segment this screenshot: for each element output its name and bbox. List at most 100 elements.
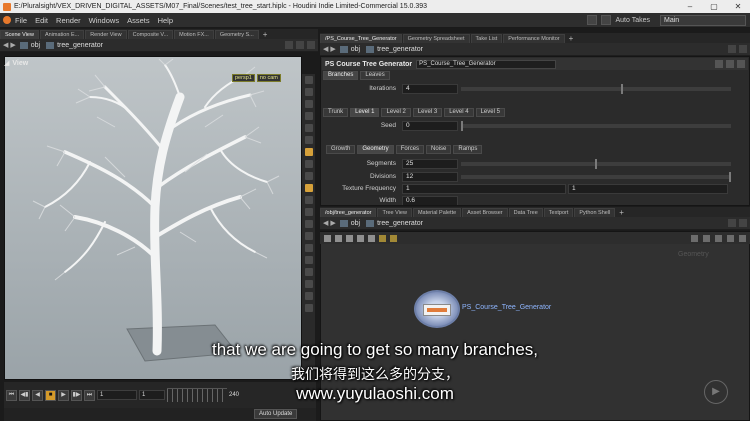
gear-icon[interactable] (715, 60, 723, 68)
tree-generator-node[interactable] (414, 290, 460, 328)
menu-arrow-icon[interactable]: ◢ (4, 59, 9, 67)
pin-icon[interactable] (285, 41, 293, 49)
link-icon[interactable] (296, 41, 304, 49)
tab-forces[interactable]: Forces (395, 145, 425, 154)
crumb-obj[interactable]: obj (19, 41, 40, 49)
camera-nocam-button[interactable]: no cam (256, 74, 281, 82)
iterations-slider[interactable] (461, 83, 731, 94)
tab-textport[interactable]: Textport (543, 208, 574, 217)
divisions-slider[interactable] (461, 171, 731, 182)
pane-options-icon[interactable] (739, 45, 747, 53)
zoom-icon[interactable] (715, 234, 722, 242)
tab-take-list[interactable]: Take List (470, 34, 503, 43)
pin-icon[interactable] (728, 45, 736, 53)
display-icon[interactable] (304, 244, 313, 252)
add-tab-icon[interactable]: + (566, 35, 577, 43)
crumb-tree-generator[interactable]: tree_generator (46, 41, 103, 49)
flag-icon[interactable] (703, 234, 710, 242)
maximize-icon[interactable]: ▢ (702, 2, 726, 11)
help-icon[interactable] (726, 60, 734, 68)
tab-level-5[interactable]: Level 5 (475, 108, 505, 117)
layout-icon[interactable] (357, 234, 364, 242)
pose-icon[interactable] (304, 148, 313, 156)
menu-file[interactable]: File (15, 16, 27, 25)
auto-update-button[interactable]: Auto Update (254, 409, 298, 419)
tab-scene-view[interactable]: Scene View (0, 30, 39, 39)
tab-leaves[interactable]: Leaves (360, 71, 390, 80)
list-icon[interactable] (324, 234, 331, 242)
measure-icon[interactable] (304, 220, 313, 228)
rotate-icon[interactable] (304, 100, 313, 108)
crumb-obj[interactable]: obj (339, 45, 360, 53)
back-arrow-icon[interactable]: ◀ ▶ (323, 45, 336, 53)
add-tab-icon[interactable]: + (260, 31, 271, 39)
tab-composite-view[interactable]: Composite V... (127, 30, 174, 39)
scale-icon[interactable] (304, 112, 313, 120)
scene-viewport[interactable] (4, 56, 302, 380)
network-boxes-icon[interactable] (368, 234, 375, 242)
snap-icon[interactable] (304, 136, 313, 144)
tab-level-3[interactable]: Level 3 (412, 108, 443, 117)
tab-trunk[interactable]: Trunk (323, 108, 349, 117)
info-icon[interactable] (727, 234, 734, 242)
seed-slider[interactable] (461, 120, 731, 131)
tab-geometry[interactable]: Geometry (357, 145, 394, 154)
close-icon[interactable]: ✕ (726, 2, 750, 11)
crumb-tree-generator[interactable]: tree_generator (366, 219, 423, 227)
info-icon[interactable] (737, 60, 745, 68)
add-tab-icon[interactable]: + (616, 209, 627, 217)
width-field[interactable]: 0.6 (402, 196, 458, 205)
tab-animation-editor[interactable]: Animation E... (39, 30, 85, 39)
minimize-icon[interactable]: – (678, 2, 702, 11)
seed-field[interactable]: 0 (402, 120, 458, 131)
paint-icon[interactable] (304, 208, 313, 216)
tab-geometry-spreadsheet-right[interactable]: Geometry Spreadsheet (402, 34, 470, 43)
auto-takes-toggle[interactable]: Auto Takes (615, 17, 650, 24)
grid-view-icon[interactable] (346, 234, 353, 242)
pane-options-icon[interactable] (739, 219, 747, 227)
color-palette-icon[interactable] (390, 234, 397, 242)
tab-level-2[interactable]: Level 2 (381, 108, 411, 117)
menu-windows[interactable]: Windows (89, 16, 119, 25)
pane-options-icon[interactable] (307, 41, 315, 49)
takes-icon[interactable] (587, 15, 598, 25)
tab-growth[interactable]: Growth (326, 145, 356, 154)
tab-branches[interactable]: Branches (323, 71, 359, 80)
camera-icon[interactable] (304, 184, 313, 192)
camera-persp-button[interactable]: persp1 (232, 74, 255, 82)
undo-icon[interactable] (601, 15, 612, 25)
crumb-obj[interactable]: obj (339, 219, 360, 227)
tab-level-4[interactable]: Level 4 (444, 108, 474, 117)
bbox-icon[interactable] (304, 292, 313, 300)
node-name-field[interactable]: PS_Course_Tree_Generator (416, 59, 557, 69)
frame-icon[interactable] (304, 304, 313, 312)
wire-icon[interactable] (691, 234, 698, 242)
texture-frequency-field-2[interactable]: 1 (568, 183, 728, 194)
tab-geometry-spreadsheet[interactable]: Geometry S... (214, 30, 259, 39)
render-icon[interactable] (304, 196, 313, 204)
grid-icon[interactable] (304, 232, 313, 240)
tab-parameters[interactable]: /PS_Course_Tree_Generator (320, 34, 402, 43)
guide-icon[interactable] (304, 280, 313, 288)
tab-python-shell[interactable]: Python Shell (574, 208, 616, 217)
tab-ramps[interactable]: Ramps (453, 145, 483, 154)
handle-icon[interactable] (304, 124, 313, 132)
tab-data-tree[interactable]: Data Tree (508, 208, 543, 217)
select-icon[interactable] (304, 76, 313, 84)
tab-material-palette[interactable]: Material Palette (412, 208, 462, 217)
menu-edit[interactable]: Edit (35, 16, 48, 25)
back-arrow-icon[interactable]: ◀ ▶ (3, 41, 16, 49)
light-icon[interactable] (304, 172, 313, 180)
tab-motion-fx[interactable]: Motion FX... (174, 30, 214, 39)
segments-field[interactable]: 25 (402, 158, 458, 169)
sticky-note-icon[interactable] (379, 234, 386, 242)
tab-asset-browser[interactable]: Asset Browser (462, 208, 508, 217)
ghost-icon[interactable] (304, 268, 313, 276)
segments-slider[interactable] (461, 158, 731, 169)
move-icon[interactable] (304, 88, 313, 96)
play-icon[interactable]: ▶ (704, 380, 728, 404)
desktop-select[interactable]: Main (660, 14, 746, 26)
tab-render-view[interactable]: Render View (85, 30, 127, 39)
tab-performance-monitor[interactable]: Performance Monitor (503, 34, 565, 43)
crumb-tree-generator[interactable]: tree_generator (366, 45, 423, 53)
